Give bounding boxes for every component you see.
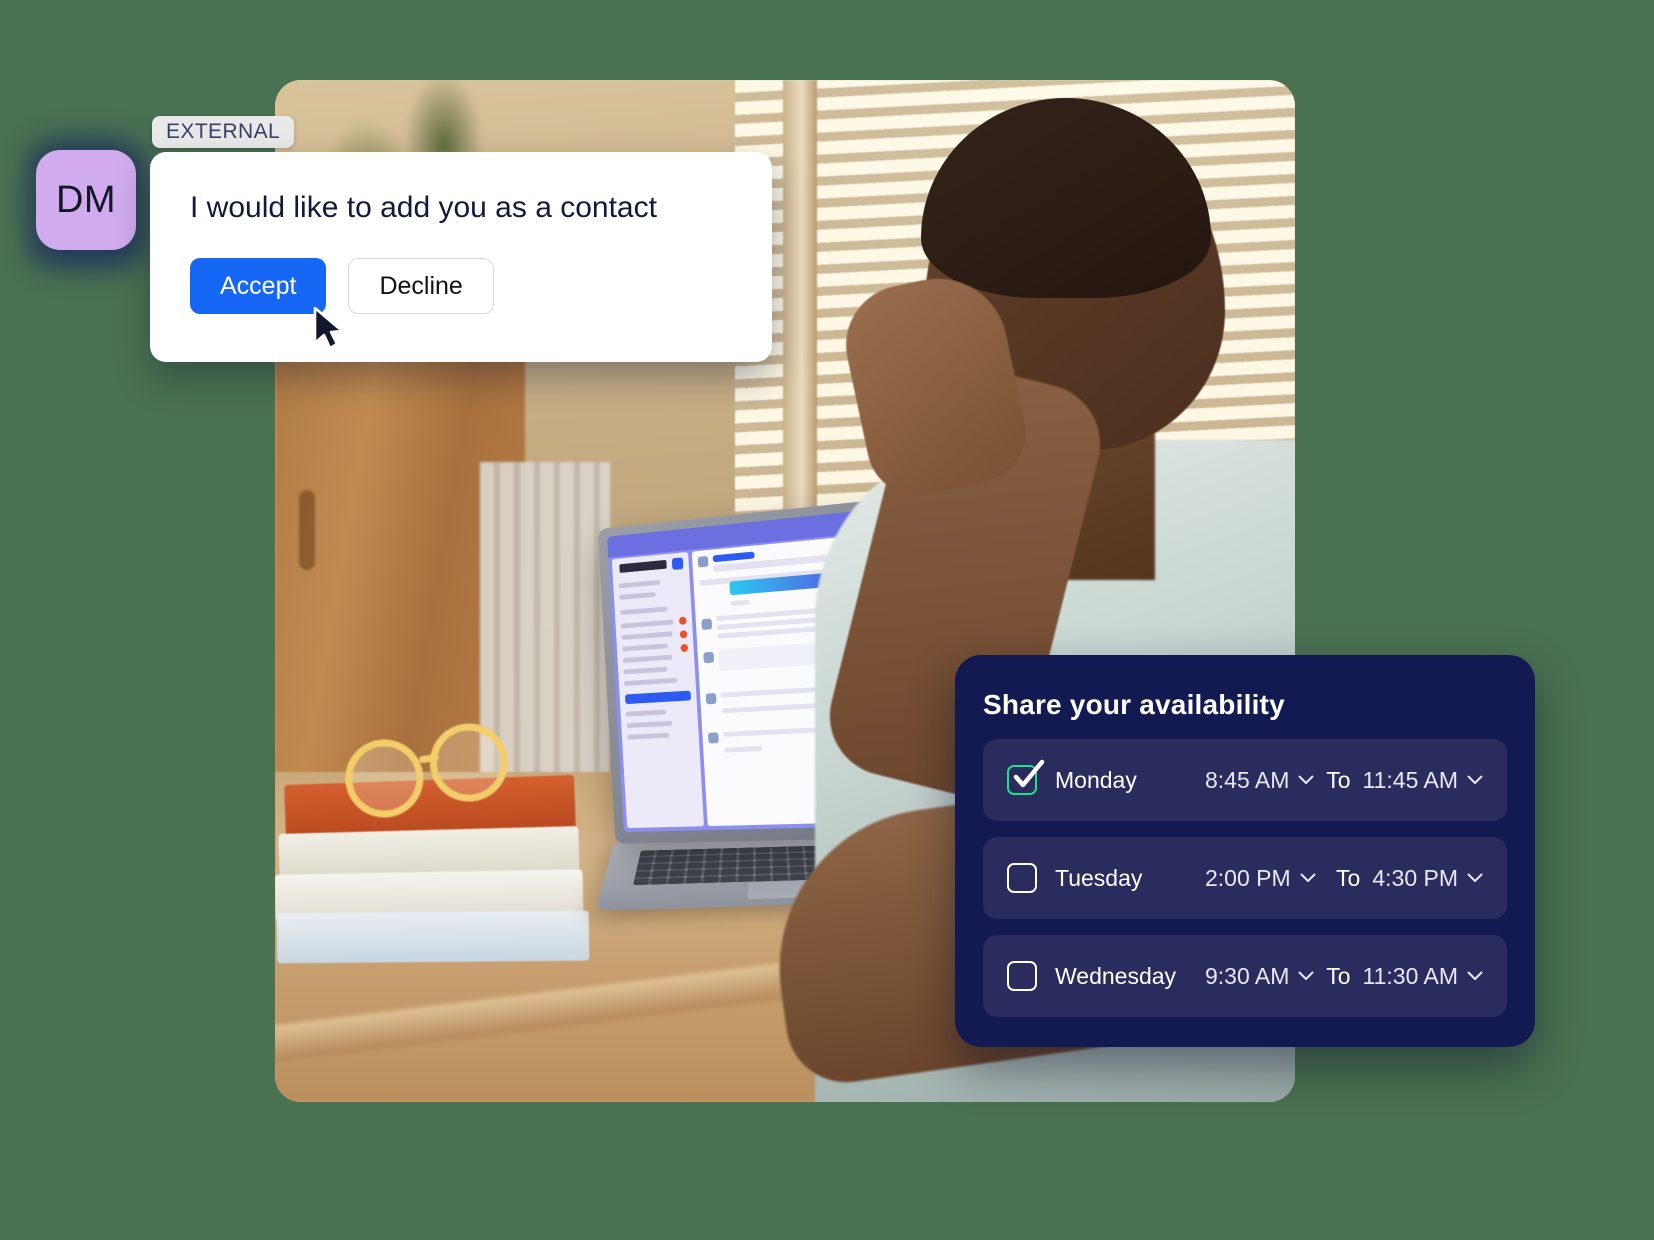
- check-icon: [1013, 759, 1045, 788]
- book: [276, 910, 590, 964]
- day-label: Monday: [1055, 766, 1137, 793]
- start-time-dropdown[interactable]: 2:00 PM: [1205, 865, 1332, 892]
- app-sidebar: [611, 551, 705, 829]
- avatar: DM: [36, 150, 136, 250]
- chevron-down-icon: [1298, 775, 1314, 784]
- end-time-dropdown[interactable]: 4:30 PM: [1372, 865, 1483, 892]
- new-chat-icon: [671, 557, 684, 570]
- chevron-down-icon: [1467, 873, 1483, 882]
- accept-button[interactable]: Accept: [190, 258, 327, 314]
- chevron-down-icon: [1300, 873, 1316, 882]
- availability-row[interactable]: Tuesday 2:00 PM To 4:30 PM: [983, 837, 1507, 919]
- day-label: Wednesday: [1055, 962, 1177, 989]
- chevron-down-icon: [1298, 971, 1314, 980]
- chevron-down-icon: [1467, 971, 1483, 980]
- decline-button[interactable]: Decline: [348, 258, 494, 314]
- share-availability-card: Share your availability Monday 8:45 AM T…: [955, 655, 1535, 1047]
- contact-request-message: I would like to add you as a contact: [190, 191, 657, 224]
- day-checkbox-wednesday[interactable]: [1007, 961, 1037, 991]
- day-label: Tuesday: [1055, 864, 1143, 891]
- external-badge: EXTERNAL: [152, 116, 295, 148]
- availability-row[interactable]: Wednesday 9:30 AM To 11:30 AM: [983, 935, 1507, 1017]
- day-checkbox-monday[interactable]: [1007, 759, 1045, 795]
- contact-request-actions: Accept Decline: [190, 258, 732, 314]
- availability-row[interactable]: Monday 8:45 AM To 11:45 AM: [983, 739, 1507, 821]
- hair: [921, 98, 1211, 298]
- start-time-value: 9:30 AM: [1205, 962, 1290, 989]
- availability-title: Share your availability: [983, 689, 1285, 720]
- to-label: To: [1326, 962, 1351, 989]
- contact-request-card: I would like to add you as a contact Acc…: [150, 152, 772, 362]
- end-time-value: 11:30 AM: [1362, 962, 1458, 989]
- to-label: To: [1336, 864, 1361, 891]
- app-sidebar-title: [619, 559, 667, 573]
- start-time-value: 8:45 AM: [1205, 766, 1290, 793]
- start-time-dropdown[interactable]: 8:45 AM: [1205, 767, 1322, 794]
- end-time-dropdown[interactable]: 11:45 AM: [1363, 767, 1483, 794]
- end-time-value: 11:45 AM: [1362, 766, 1458, 793]
- end-time-dropdown[interactable]: 11:30 AM: [1363, 963, 1483, 990]
- start-time-dropdown[interactable]: 9:30 AM: [1205, 963, 1322, 990]
- end-time-value: 4:30 PM: [1372, 864, 1458, 891]
- lens: [424, 718, 513, 807]
- lens: [340, 734, 429, 823]
- to-label: To: [1326, 766, 1351, 793]
- day-checkbox-tuesday[interactable]: [1007, 863, 1037, 893]
- chevron-down-icon: [1467, 775, 1483, 784]
- start-time-value: 2:00 PM: [1205, 864, 1291, 891]
